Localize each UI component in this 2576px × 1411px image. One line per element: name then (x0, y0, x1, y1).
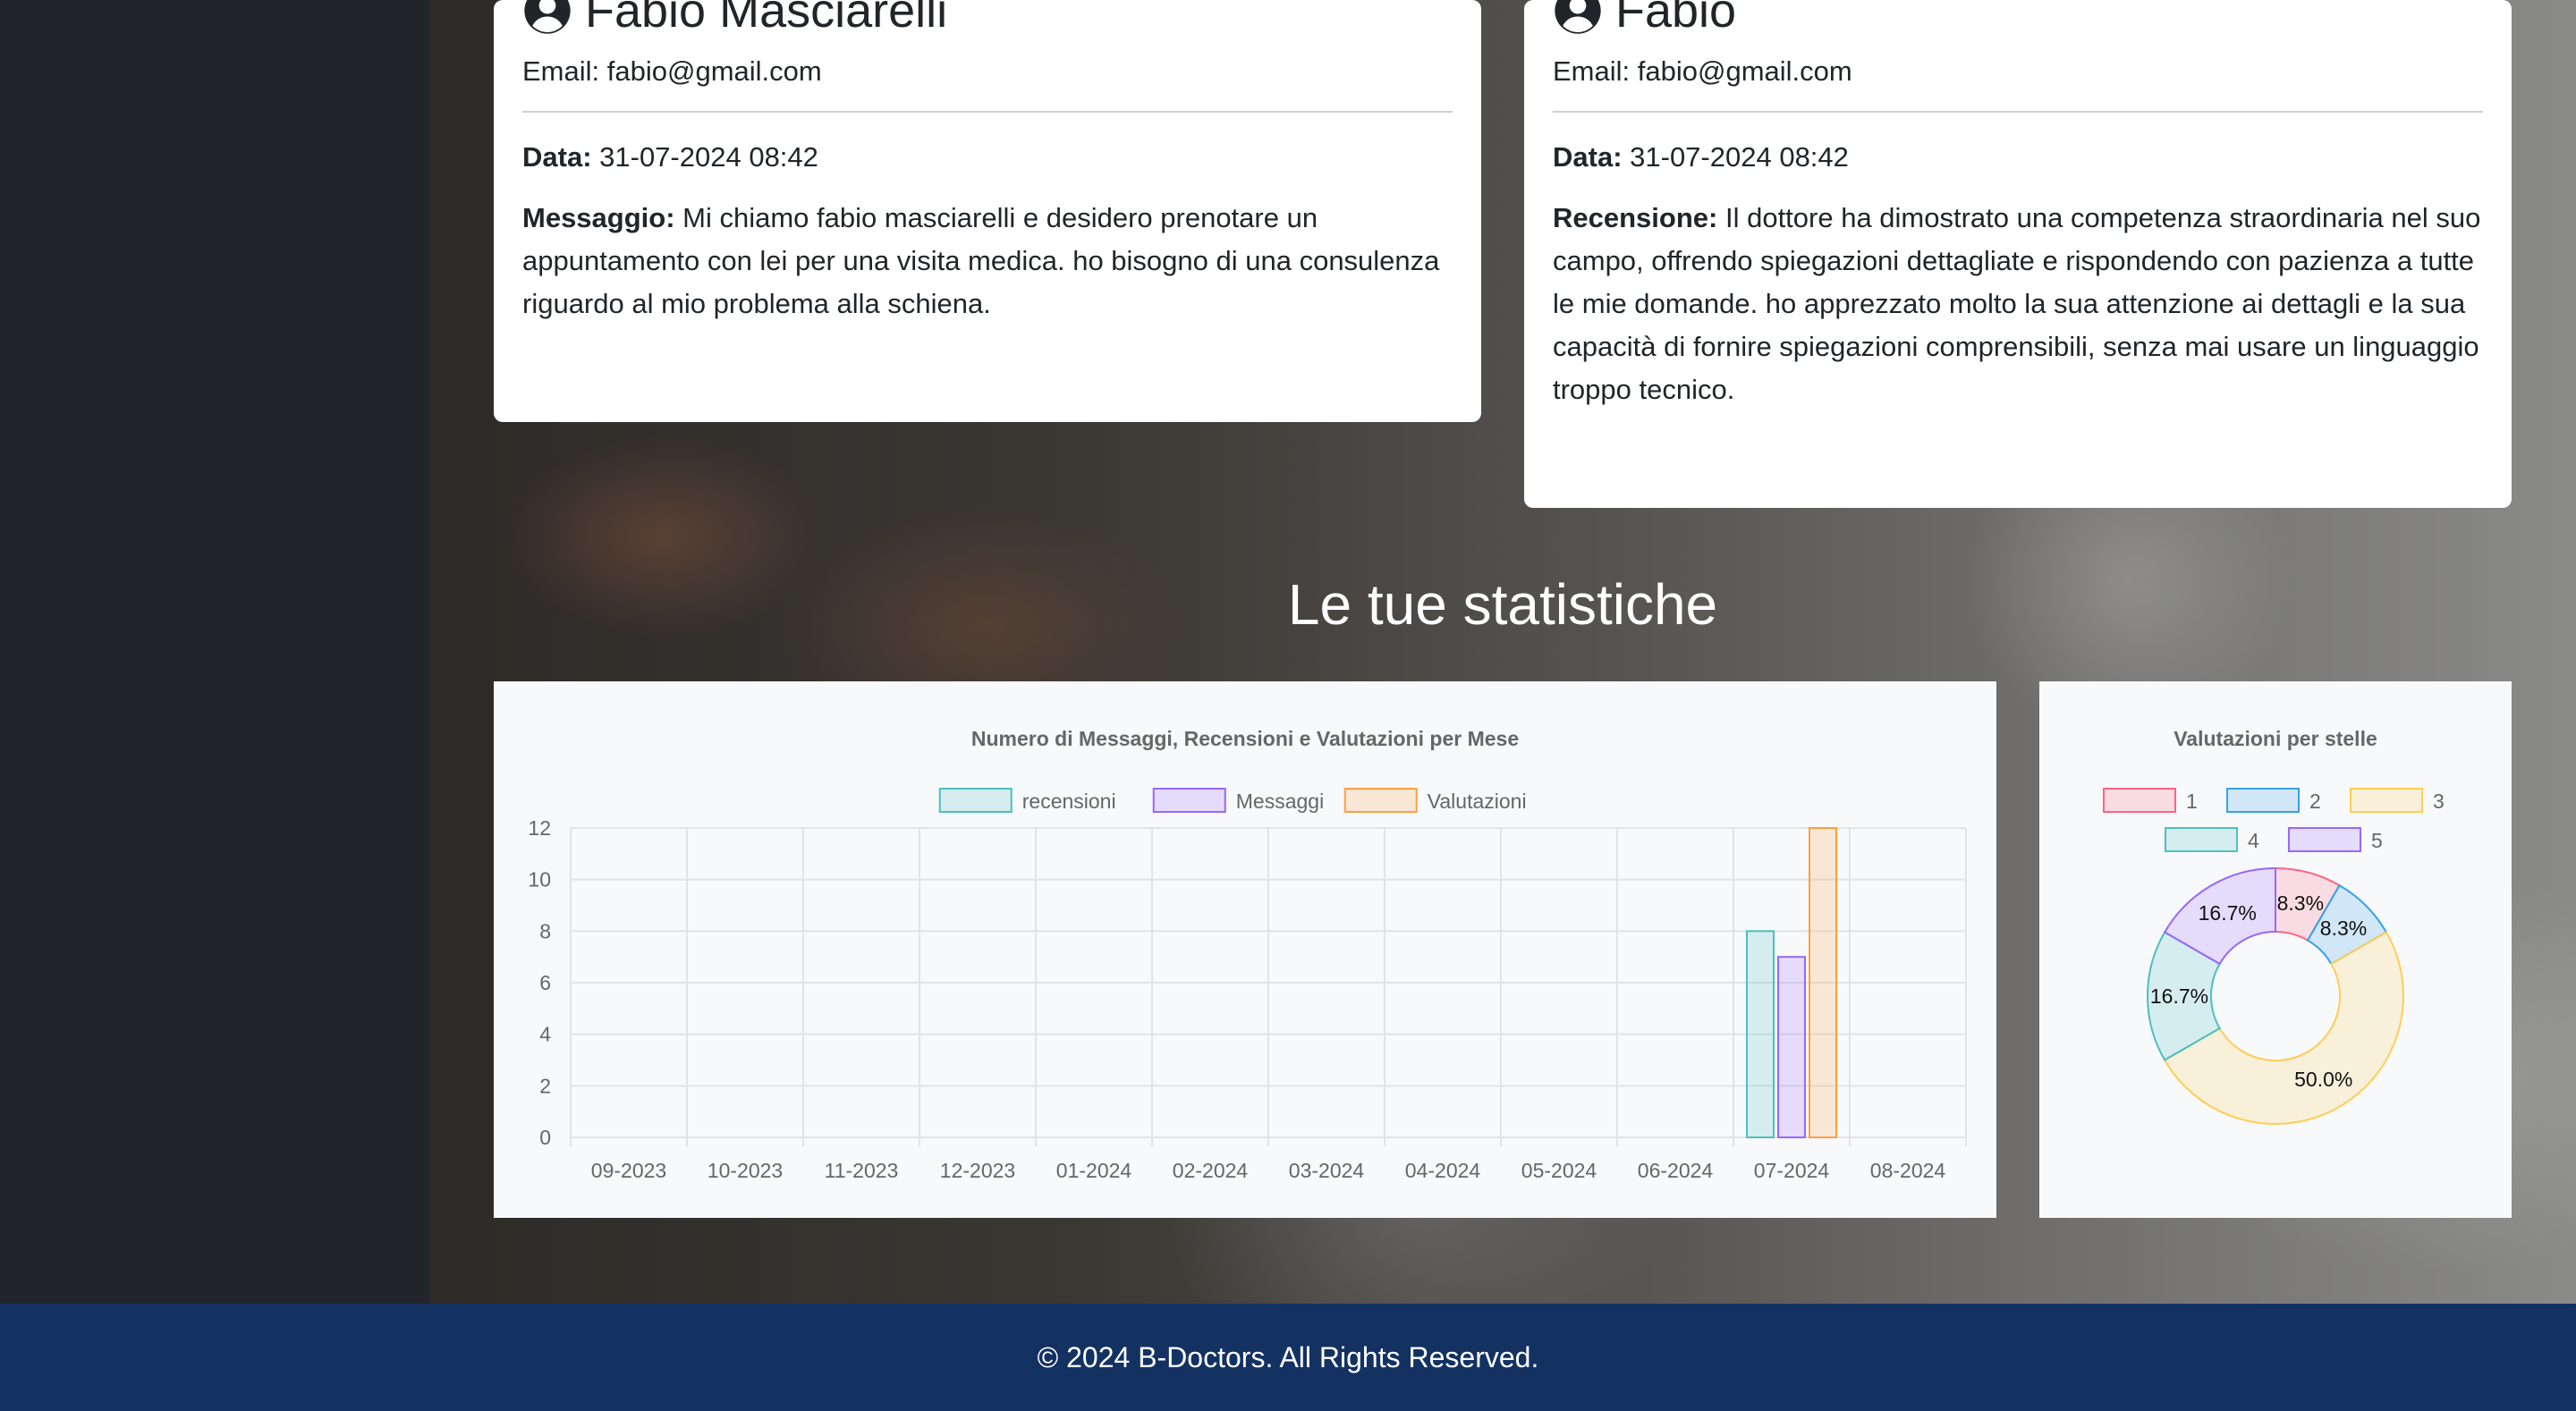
x-tick-label: 01-2024 (1056, 1159, 1132, 1182)
x-tick-label: 10-2023 (708, 1159, 783, 1182)
bar-chart-card: Numero di Messaggi, Recensioni e Valutaz… (494, 681, 1996, 1218)
y-tick-label: 6 (539, 971, 551, 994)
legend-swatch-recensioni (938, 788, 1013, 813)
slice-percent-label: 16.7% (2150, 984, 2208, 1008)
y-tick-label: 12 (528, 816, 551, 840)
review-date: Data: 31-07-2024 08:42 (1553, 141, 1849, 173)
legend-label-3: 3 (2433, 790, 2445, 813)
copyright-text: © 2024 B-Doctors. All Rights Reserved. (1037, 1341, 1539, 1373)
sender-name: Fabio Masciarelli (585, 0, 948, 38)
bar-valutazioni (1809, 827, 1837, 1138)
chart-title: Numero di Messaggi, Recensioni e Valutaz… (971, 727, 1519, 750)
legend-label-4: 4 (2248, 829, 2259, 852)
message-date: Data: 31-07-2024 08:42 (522, 141, 818, 173)
x-tick-label: 07-2024 (1754, 1159, 1830, 1182)
footer: © 2024 B-Doctors. All Rights Reserved. (0, 1304, 2576, 1411)
legend-swatch-4 (2165, 827, 2238, 852)
reviewer-name: Fabio (1615, 0, 1737, 38)
message-card: Fabio Masciarelli Email: fabio@gmail.com… (494, 0, 1481, 422)
x-tick-label: 04-2024 (1405, 1159, 1481, 1182)
legend-swatch-3 (2350, 788, 2423, 813)
x-tick-label: 06-2024 (1638, 1159, 1714, 1182)
chart-title: Valutazioni per stelle (2174, 727, 2377, 750)
bar-recensioni (1746, 930, 1775, 1139)
review-card: Fabio Email: fabio@gmail.com Data: 31-07… (1524, 0, 2512, 508)
review-text: Recensione: Il dottore ha dimostrato una… (1553, 202, 2481, 405)
sidebar (0, 0, 429, 1304)
legend-swatch-2 (2226, 788, 2300, 813)
y-tick-label: 10 (528, 868, 551, 891)
reviewer-email: Email: fabio@gmail.com (1553, 55, 1852, 87)
bar-chart: Numero di Messaggi, Recensioni e Valutaz… (528, 727, 1967, 1182)
x-tick-label: 12-2023 (940, 1159, 1015, 1182)
y-tick-label: 8 (539, 919, 551, 942)
x-tick-label: 02-2024 (1173, 1159, 1249, 1182)
legend-swatch-messaggi (1152, 788, 1226, 813)
y-tick-label: 2 (539, 1074, 551, 1097)
legend-label-messaggi: Messaggi (1236, 790, 1324, 813)
dashboard-main: Fabio Masciarelli Email: fabio@gmail.com… (429, 0, 2576, 1304)
legend-label-2: 2 (2309, 790, 2321, 813)
sender-email: Email: fabio@gmail.com (522, 55, 822, 87)
legend-label-5: 5 (2371, 829, 2383, 852)
divider (1553, 111, 2483, 113)
x-tick-label: 05-2024 (1521, 1159, 1597, 1182)
user-circle-icon (1555, 0, 1601, 34)
x-tick-label: 08-2024 (1870, 1159, 1946, 1182)
x-tick-label: 09-2023 (591, 1159, 666, 1182)
divider (522, 111, 1453, 113)
legend-label-1: 1 (2186, 790, 2198, 813)
x-tick-label: 11-2023 (825, 1159, 899, 1182)
user-circle-icon (524, 0, 571, 34)
legend-swatch-5 (2288, 827, 2361, 852)
message-text: Messaggio: Mi chiamo fabio masciarelli e… (522, 202, 1440, 319)
x-tick-label: 03-2024 (1289, 1159, 1365, 1182)
bar-messaggi (1777, 956, 1806, 1138)
y-tick-label: 4 (539, 1023, 551, 1046)
slice-percent-label: 50.0% (2294, 1068, 2352, 1091)
doughnut-chart-card: Valutazioni per stelle 1 2 3 4 5 8.3% 8.3% 50.0%… (2039, 681, 2512, 1218)
stats-title: Le tue statistiche (1287, 572, 1718, 637)
legend-label-recensioni: recensioni (1022, 790, 1116, 813)
y-tick-label: 0 (539, 1126, 551, 1149)
slice-percent-label: 8.3% (2277, 891, 2324, 915)
legend-swatch-1 (2103, 788, 2176, 813)
slice-percent-label: 16.7% (2199, 901, 2257, 925)
legend-swatch-valutazioni (1343, 788, 1418, 813)
doughnut-chart: Valutazioni per stelle 1 2 3 4 5 8.3%8.3% 50.0%… (2103, 727, 2445, 1125)
legend-label-valutazioni: Valutazioni (1428, 790, 1527, 813)
slice-percent-label: 8.3% (2320, 917, 2367, 940)
